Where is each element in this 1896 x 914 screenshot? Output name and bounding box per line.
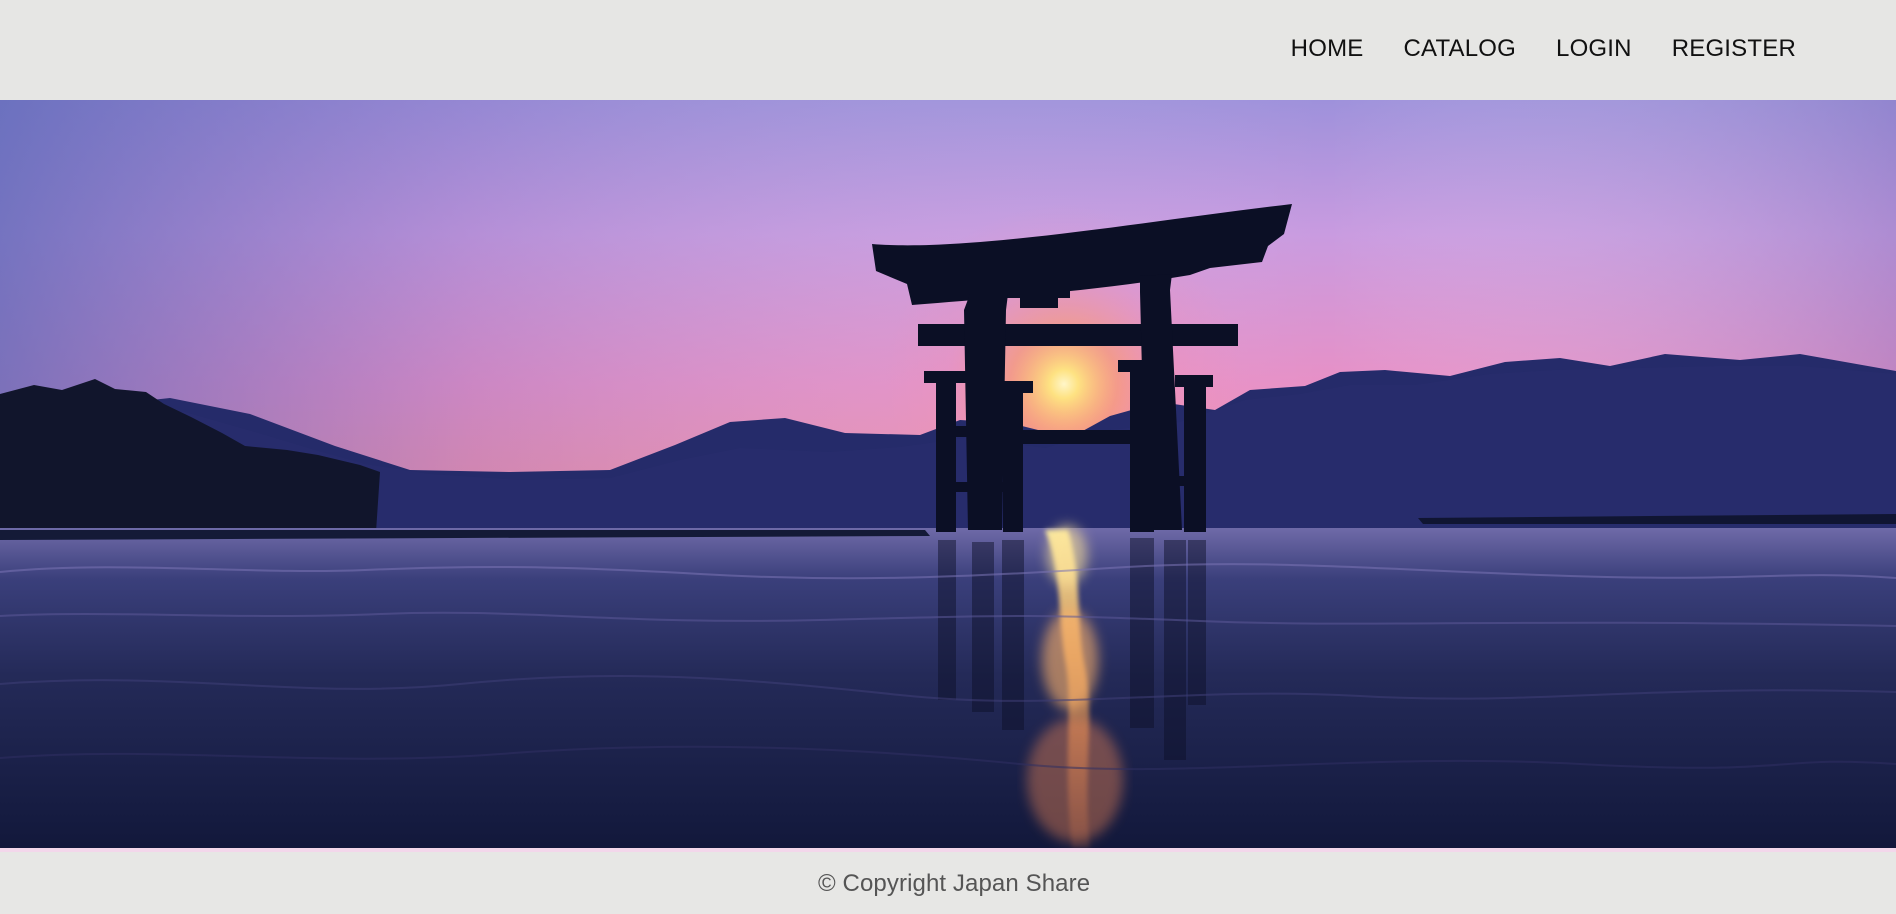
nav-login-link[interactable]: LOGIN [1556, 35, 1632, 63]
hero-image [0, 100, 1896, 848]
nav-home-link[interactable]: HOME [1291, 35, 1364, 63]
torii-gate-sunset-photo [0, 100, 1896, 848]
nav-catalog-link[interactable]: CATALOG [1403, 35, 1516, 63]
copyright-text: © Copyright Japan Share [818, 870, 1091, 897]
top-navigation-bar: HOME CATALOG LOGIN REGISTER [0, 0, 1896, 100]
nav-register-link[interactable]: REGISTER [1672, 35, 1796, 63]
main-nav: HOME CATALOG LOGIN REGISTER [1291, 35, 1796, 63]
footer: © Copyright Japan Share [0, 848, 1896, 914]
page: HOME CATALOG LOGIN REGISTER © Copyright … [0, 0, 1896, 914]
